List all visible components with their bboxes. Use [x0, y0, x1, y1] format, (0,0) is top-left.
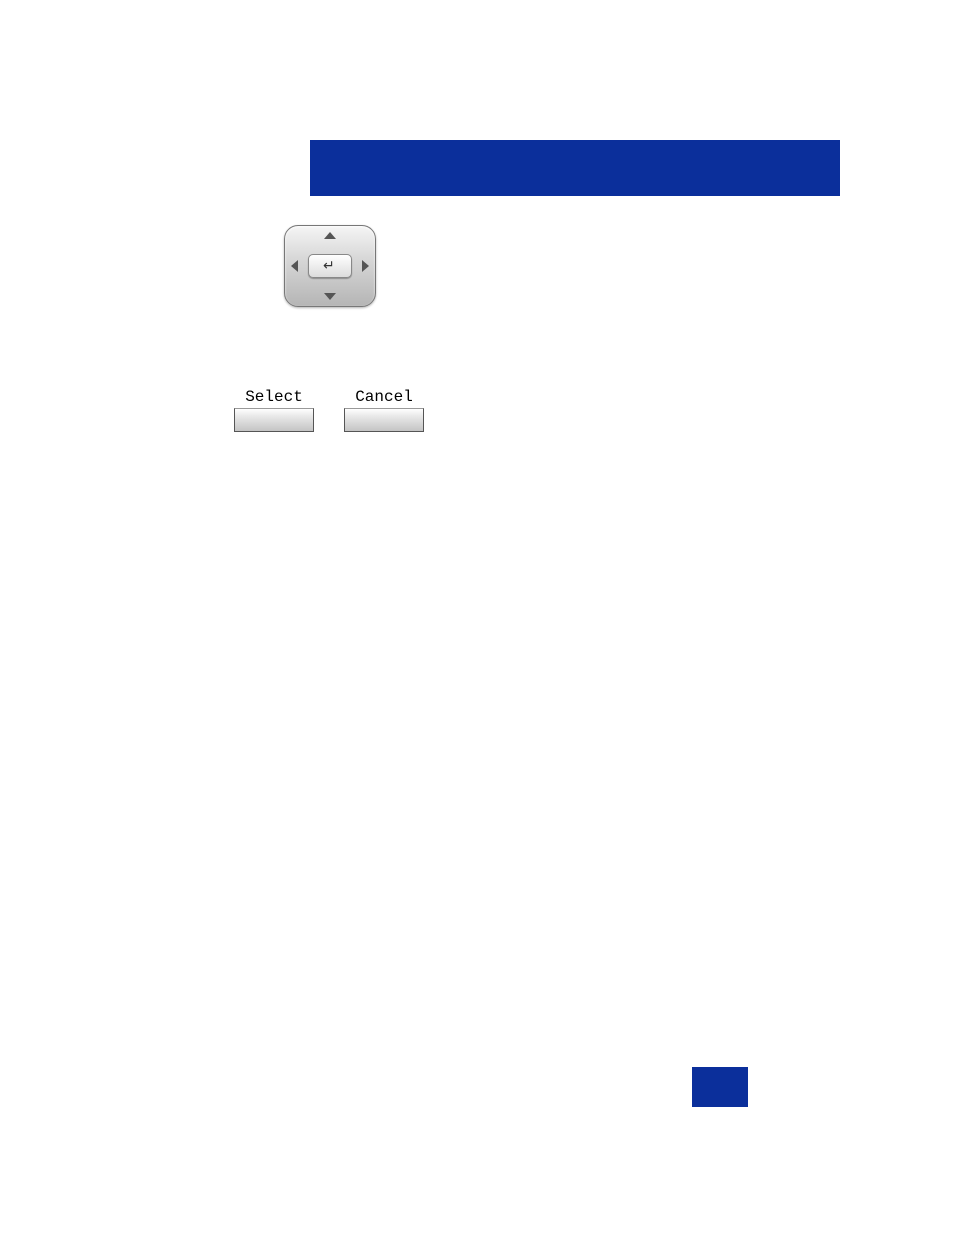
- soft-left-label: Select: [245, 388, 303, 406]
- enter-button[interactable]: [308, 254, 352, 278]
- section-banner: [310, 140, 840, 196]
- soft-right-group: Cancel: [344, 388, 424, 432]
- arrow-left-icon[interactable]: [291, 260, 298, 272]
- arrow-right-icon[interactable]: [362, 260, 369, 272]
- soft-right-label: Cancel: [355, 388, 413, 406]
- soft-button-area: Select Cancel: [234, 388, 424, 432]
- arrow-down-icon[interactable]: [324, 293, 336, 300]
- arrow-up-icon[interactable]: [324, 232, 336, 239]
- enter-icon: [323, 261, 337, 271]
- nav-pad[interactable]: [284, 225, 376, 307]
- soft-right-button[interactable]: [344, 408, 424, 432]
- soft-left-button[interactable]: [234, 408, 314, 432]
- page-number-box: [692, 1067, 748, 1107]
- soft-left-group: Select: [234, 388, 314, 432]
- page-root: { "banner": { "text": "" }, "nav_pad": {…: [0, 0, 954, 1235]
